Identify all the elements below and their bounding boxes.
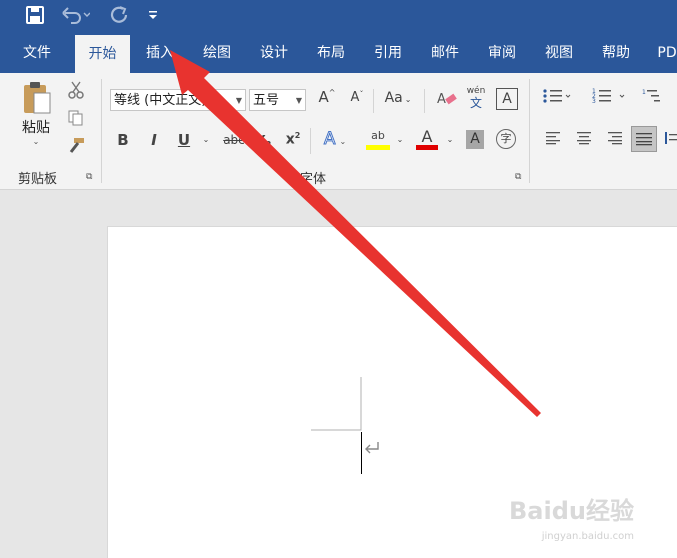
character-border-glyph: A (502, 91, 512, 107)
title-bar (0, 0, 677, 33)
underline-button[interactable]: U (175, 131, 193, 149)
underline-dropdown-icon[interactable]: ⌄ (201, 135, 211, 144)
tab-references[interactable]: 引用 (366, 33, 410, 73)
subscript-mark: 2 (265, 139, 272, 149)
distributed-icon[interactable] (664, 131, 677, 149)
highlight-glyph: ab (371, 129, 385, 142)
save-icon[interactable] (24, 4, 46, 28)
strikethrough-button[interactable]: abc (221, 133, 247, 147)
grow-font-icon: A (318, 88, 329, 106)
tab-help[interactable]: 帮助 (594, 33, 638, 73)
format-painter-icon[interactable] (66, 137, 86, 157)
font-size-value: 五号 (253, 93, 280, 108)
font-color-glyph: A (421, 127, 433, 146)
grow-font-button[interactable]: A^ (316, 88, 338, 106)
tab-mailings[interactable]: 邮件 (423, 33, 467, 73)
highlight-dropdown-icon[interactable]: ⌄ (395, 135, 405, 144)
margin-corner-mark (311, 377, 362, 431)
font-launcher-icon[interactable]: ⧉ (515, 172, 521, 182)
multilevel-list-icon[interactable]: 1 (642, 87, 676, 109)
svg-text:3: 3 (592, 98, 596, 105)
enclose-characters-glyph: 字 (500, 132, 512, 145)
divider (101, 79, 102, 183)
phonetic-guide-button[interactable]: wén 文 (466, 85, 486, 109)
align-left-icon[interactable] (545, 131, 563, 149)
tab-draw[interactable]: 绘图 (195, 33, 239, 73)
font-name-value: 等线 (中文正文) (114, 93, 207, 108)
tab-home[interactable]: 开始 (75, 35, 130, 73)
chevron-down-icon: ▼ (295, 96, 302, 105)
cut-icon[interactable] (66, 81, 86, 101)
highlight-button[interactable]: ab (366, 129, 390, 150)
copy-icon[interactable] (66, 109, 86, 129)
chevron-down-icon: ⌄ (32, 137, 40, 146)
subscript-base: x (256, 131, 266, 147)
font-color-button[interactable]: A (416, 128, 438, 150)
align-center-icon[interactable] (575, 131, 593, 149)
numbering-icon[interactable]: 123 (592, 87, 628, 109)
bullets-icon[interactable] (542, 87, 572, 109)
paragraph-mark-icon (365, 442, 379, 454)
ribbon-tabs: 文件 开始 插入 绘图 设计 布局 引用 邮件 审阅 视图 帮助 PD (0, 33, 677, 73)
clipboard-group-label: 剪贴板 (18, 172, 58, 187)
shrink-font-button[interactable]: Aˇ (346, 90, 368, 105)
watermark-url: jingyan.baidu.com (541, 531, 634, 542)
divider (424, 89, 425, 113)
font-name-select[interactable]: 等线 (中文正文) ▼ (110, 89, 246, 111)
align-right-icon[interactable] (605, 131, 623, 149)
subscript-button[interactable]: x2 (255, 131, 273, 149)
tab-file[interactable]: 文件 (15, 33, 59, 73)
watermark-logo: Baidu经验 (509, 497, 634, 525)
character-border-button[interactable]: A (496, 88, 518, 110)
clear-formatting-icon[interactable]: A (436, 90, 458, 112)
highlight-color-bar (366, 145, 390, 150)
change-case-button[interactable]: Aa ⌄ (381, 90, 415, 106)
ribbon: 粘贴 ⌄ 剪贴板 ⧉ 等线 (中文正文) ▼ 五号 ▼ A^ Aˇ Aa ⌄ A … (0, 73, 677, 190)
bold-button[interactable]: B (114, 131, 132, 149)
tab-layout[interactable]: 布局 (309, 33, 353, 73)
tab-view[interactable]: 视图 (537, 33, 581, 73)
text-effects-glyph: A (323, 129, 336, 150)
paste-label: 粘贴 (22, 120, 50, 136)
font-group-label: 字体 (300, 172, 327, 187)
tab-review[interactable]: 审阅 (480, 33, 524, 73)
character-shading-button[interactable]: A (466, 130, 484, 149)
tab-design[interactable]: 设计 (252, 33, 296, 73)
paste-button[interactable]: 粘贴 ⌄ (14, 81, 58, 161)
divider (373, 89, 374, 113)
tab-insert[interactable]: 插入 (138, 33, 182, 73)
change-case-label: Aa (384, 90, 403, 106)
redo-icon[interactable] (108, 4, 130, 28)
undo-icon[interactable] (60, 4, 91, 28)
tab-pdf[interactable]: PD (652, 33, 677, 73)
font-size-select[interactable]: 五号 ▼ (249, 89, 306, 111)
italic-button[interactable]: I (145, 131, 163, 149)
superscript-mark: 2 (294, 131, 301, 140)
svg-text:A: A (437, 92, 446, 107)
divider (310, 128, 311, 154)
text-effects-button[interactable]: A ⌄ (320, 129, 350, 150)
phonetic-char: 文 (469, 96, 482, 110)
font-color-dropdown-icon[interactable]: ⌄ (445, 135, 455, 144)
character-shading-glyph: A (470, 131, 480, 147)
divider (529, 79, 530, 183)
superscript-button[interactable]: x2 (284, 131, 302, 148)
enclose-characters-button[interactable]: 字 (496, 129, 516, 149)
clipboard-launcher-icon[interactable]: ⧉ (86, 172, 92, 182)
customize-icon[interactable] (148, 4, 158, 28)
document-page[interactable]: Baidu经验 jingyan.baidu.com (107, 226, 677, 558)
svg-text:1: 1 (642, 89, 646, 96)
clipboard-icon (24, 82, 51, 114)
chevron-down-icon: ▼ (235, 96, 242, 105)
justify-icon[interactable] (631, 126, 657, 152)
superscript-base: x (285, 131, 295, 148)
